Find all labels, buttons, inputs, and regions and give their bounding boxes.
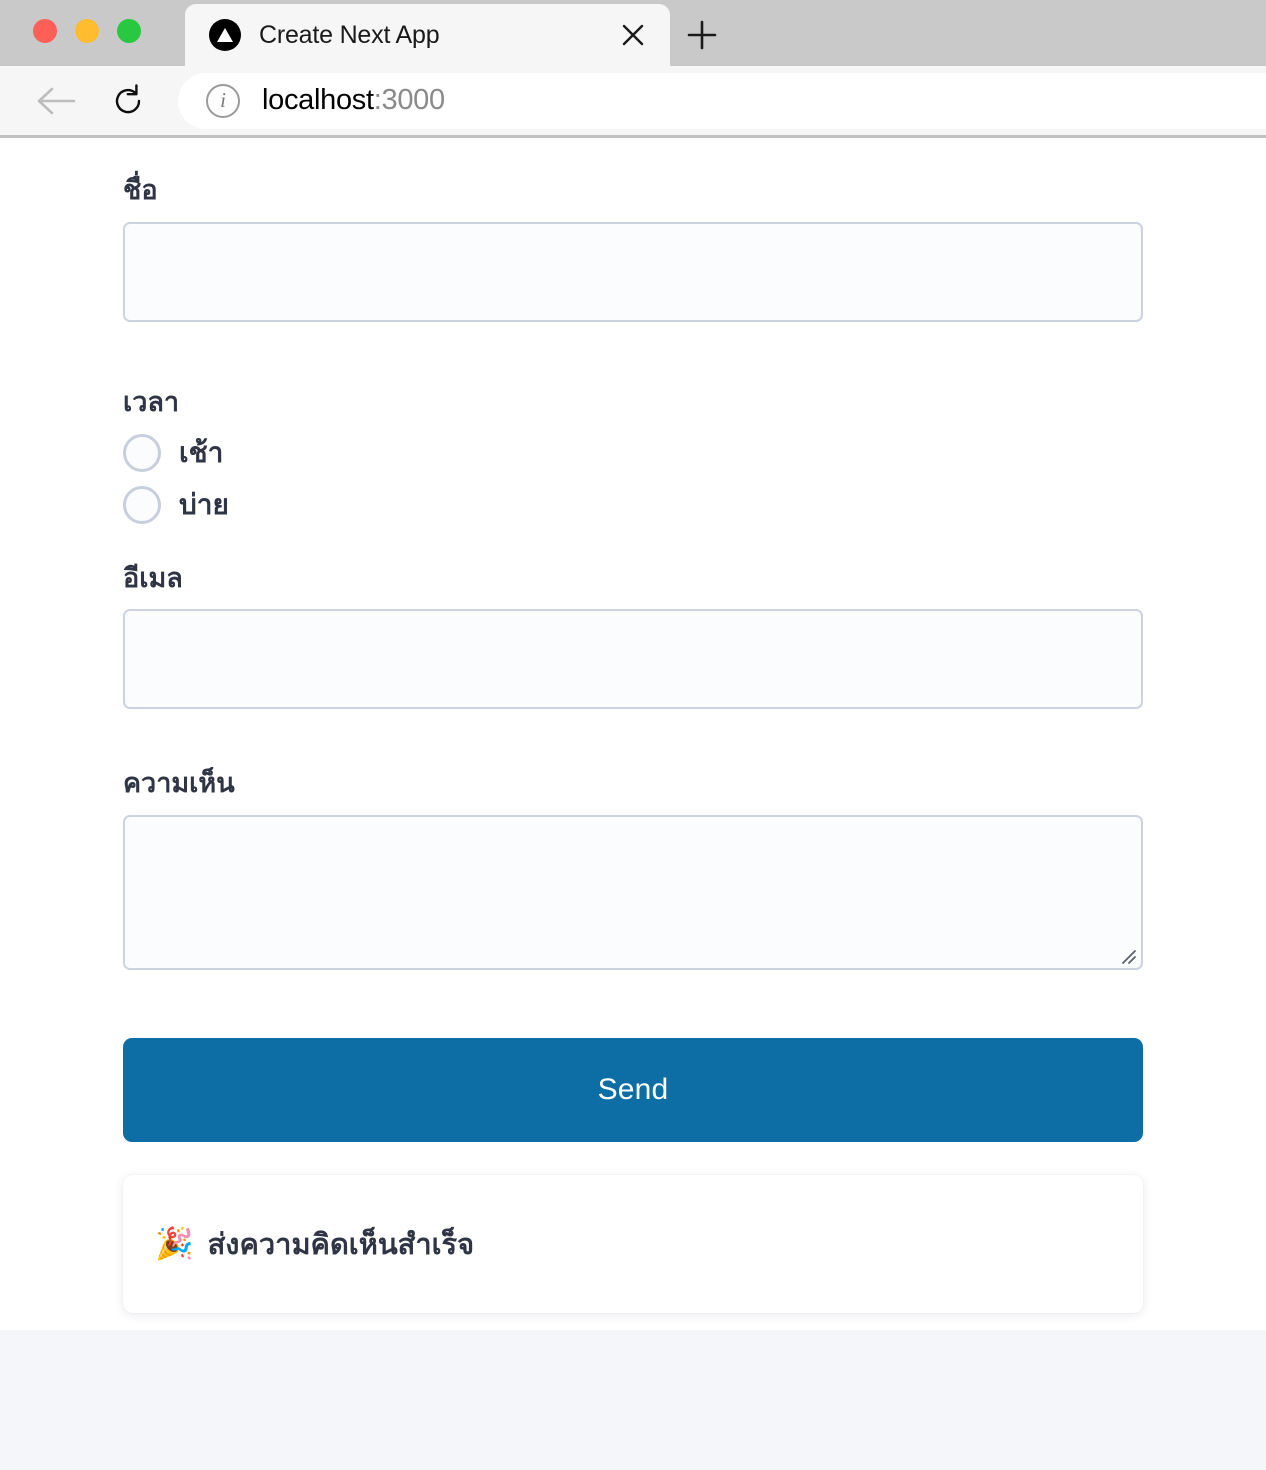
close-window-button[interactable] xyxy=(33,19,57,43)
browser-toolbar: i localhost:3000 xyxy=(0,66,1266,138)
nextjs-triangle-icon xyxy=(209,19,241,51)
browser-window: Create Next App i localhost:3000 ชื่อ เว… xyxy=(0,0,1266,1470)
radio-option-afternoon[interactable]: บ่าย xyxy=(123,485,1143,524)
comment-label: ความเห็น xyxy=(123,768,235,800)
comment-textarea[interactable] xyxy=(123,815,1143,970)
tab-strip: Create Next App xyxy=(0,0,1266,66)
minimize-window-button[interactable] xyxy=(75,19,99,43)
send-button[interactable]: Send xyxy=(123,1038,1143,1142)
feedback-form: ชื่อ เวลา เช้า บ่าย อีเมล ความเห็น Send … xyxy=(0,138,1266,1313)
url-text: localhost:3000 xyxy=(262,84,445,117)
back-button[interactable] xyxy=(30,75,82,127)
address-bar[interactable]: i localhost:3000 xyxy=(178,72,1266,129)
info-circle-icon[interactable]: i xyxy=(206,83,240,118)
radio-option-morning[interactable]: เช้า xyxy=(123,433,1143,472)
email-input[interactable] xyxy=(123,609,1143,710)
close-icon[interactable] xyxy=(616,18,650,52)
browser-tab[interactable]: Create Next App xyxy=(185,4,670,66)
radio-afternoon-icon[interactable] xyxy=(123,485,161,524)
tab-title: Create Next App xyxy=(259,20,440,49)
url-host: localhost xyxy=(262,84,374,116)
zoom-window-button[interactable] xyxy=(117,19,141,43)
page-viewport: ชื่อ เวลา เช้า บ่าย อีเมล ความเห็น Send … xyxy=(0,138,1266,1470)
reload-button[interactable] xyxy=(102,75,154,127)
page-background xyxy=(0,1330,1266,1470)
success-message-text: ส่งความคิดเห็นสำเร็จ xyxy=(207,1226,475,1261)
name-label: ชื่อ xyxy=(123,175,158,206)
plus-icon xyxy=(687,20,717,50)
url-port: :3000 xyxy=(373,84,445,116)
comment-field-wrapper xyxy=(123,815,1143,970)
radio-afternoon-label: บ่าย xyxy=(179,487,229,521)
radio-morning-label: เช้า xyxy=(179,435,224,469)
party-popper-icon: 🎉 xyxy=(155,1225,194,1262)
window-controls xyxy=(33,19,141,43)
radio-morning-icon[interactable] xyxy=(123,433,161,472)
time-label: เวลา xyxy=(123,386,180,418)
new-tab-button[interactable] xyxy=(678,11,726,59)
email-label: อีเมล xyxy=(123,562,183,594)
name-input[interactable] xyxy=(123,221,1143,322)
arrow-left-icon xyxy=(37,87,76,114)
success-message-card: 🎉 ส่งความคิดเห็นสำเร็จ xyxy=(123,1175,1143,1313)
reload-icon xyxy=(115,83,141,113)
